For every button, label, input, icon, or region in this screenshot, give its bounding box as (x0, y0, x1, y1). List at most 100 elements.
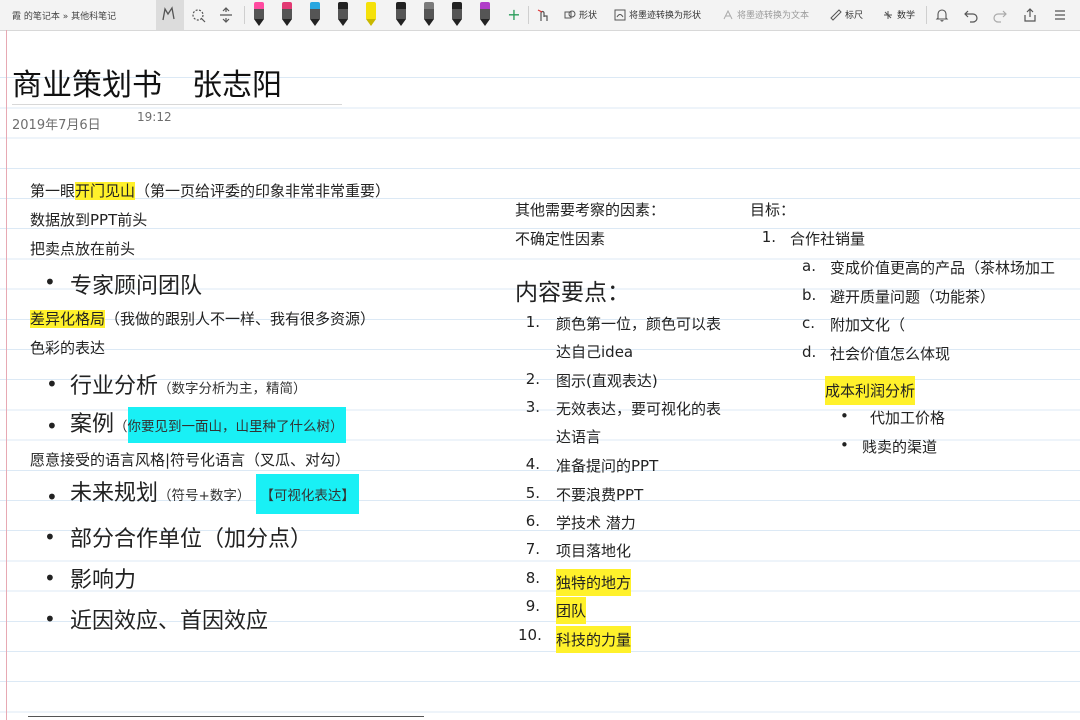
bullet-dot: • (44, 270, 56, 294)
bullet-dot: • (46, 485, 58, 509)
shapes-label: 形状 (579, 11, 598, 21)
goal-sub-item[interactable]: 社会价值怎么体现 (830, 343, 950, 364)
content-point-item[interactable]: 项目落地化 (556, 540, 631, 561)
pen-black[interactable] (338, 2, 348, 26)
share-icon[interactable] (1022, 7, 1038, 23)
page-title[interactable]: 商业策划书 张志阳 (12, 60, 282, 104)
content-points-heading[interactable]: 内容要点： (515, 273, 630, 307)
bullet-expert-team[interactable]: 专家顾问团队 (70, 268, 202, 300)
highlight-cost-profit: 成本利润分析 (825, 376, 916, 405)
content-point-number: 9. (525, 597, 540, 615)
goal-sub-letter: b. (802, 285, 817, 304)
bullet-dot: • (840, 435, 849, 454)
content-point-number: 4. (525, 455, 540, 473)
note-line-differentiation[interactable]: 差异化格局（我做的跟别人不一样、我有很多资源） (30, 308, 375, 329)
content-point-item[interactable]: 学技术 潜力 (556, 512, 636, 533)
ink-to-text-icon (723, 9, 733, 19)
math-button[interactable]: 数学 (882, 8, 915, 21)
bell-icon[interactable] (934, 7, 950, 23)
pen-black-2[interactable] (452, 2, 462, 26)
bullet-dot: • (44, 525, 56, 549)
content-point-number: 2. (525, 370, 540, 388)
goal-sub-letter: a. (802, 257, 816, 275)
ruler-label: 标尺 (845, 11, 864, 21)
ribbon-toolbar: 霞 的笔记本 » 其他科笔记 + 形状 将墨迹转换为形状 将墨迹转换为文本 标尺… (0, 0, 1080, 31)
math-label: 数学 (897, 11, 916, 21)
content-point-number: 8. (525, 569, 540, 587)
note-line-other-factors[interactable]: 其他需要考察的因素： (515, 199, 665, 220)
page-time: 19:12 (137, 110, 172, 124)
content-point-item[interactable]: 无效表达，要可视化的表 (556, 398, 721, 419)
note-line-data-front[interactable]: 数据放到PPT前头 (30, 209, 147, 230)
cost-item[interactable]: 代加工价格 (870, 407, 945, 428)
ink-stroke (28, 716, 424, 717)
note-line-selling-point[interactable]: 把卖点放在前头 (30, 238, 135, 259)
pen-dark[interactable] (396, 2, 406, 26)
goal-sub-item[interactable]: 变成价值更高的产品（茶林场加工 (830, 257, 1055, 278)
goal-sub-item[interactable]: 避开质量问题（功能茶） (830, 286, 995, 307)
highlight-differentiation: 差异化格局 (30, 310, 106, 328)
undo-icon[interactable] (963, 7, 979, 23)
content-point-number: 5. (525, 484, 540, 502)
ink-to-text-label: 将墨迹转换为文本 (737, 11, 810, 21)
highlight-mountain: 你要见到一面山，山里种了什么树 (127, 407, 331, 443)
highlight-visual-expression: 【可视化表达】 (256, 474, 359, 514)
bullet-partners[interactable]: 部分合作单位（加分点） (70, 521, 312, 553)
bullet-industry-analysis[interactable]: 行业分析（数字分析为主，精简） (70, 368, 307, 400)
cost-item[interactable]: 贱卖的渠道 (862, 436, 937, 457)
ruler-button[interactable]: 标尺 (830, 8, 863, 21)
pen-red[interactable] (282, 2, 292, 26)
shapes-icon (564, 10, 576, 18)
bullet-dot: • (46, 414, 58, 438)
goal-coop-sales[interactable]: 合作社销量 (790, 228, 865, 249)
content-point-item[interactable]: 团队 (556, 597, 587, 624)
pen-pink[interactable] (254, 2, 264, 26)
ink-to-shape-icon (614, 9, 626, 20)
content-point-item-cont[interactable]: 达自己idea (556, 341, 633, 362)
highlighter-yellow[interactable] (366, 2, 376, 26)
title-underline (12, 104, 342, 105)
cost-profit-line[interactable]: 成本利润分析 (825, 376, 916, 405)
bullet-dot: • (44, 607, 56, 631)
more-options-icon[interactable] (1052, 7, 1068, 23)
content-point-number: 3. (525, 398, 540, 416)
pen-purple[interactable] (480, 2, 490, 26)
note-line-first-glance[interactable]: 第一眼开门见山（第一页给评委的印象非常非常重要） (30, 180, 390, 201)
content-point-item-cont[interactable]: 达语言 (556, 426, 601, 447)
page-margin-line (6, 30, 7, 720)
shapes-button[interactable]: 形状 (564, 8, 597, 21)
ink-to-shape-button[interactable]: 将墨迹转换为形状 (614, 8, 701, 21)
bullet-future-plan[interactable]: 未来规划（符号+数字） 【可视化表达】 (70, 474, 359, 514)
bullet-case[interactable]: 案例（你要见到一面山，山里种了什么树） (70, 406, 346, 443)
note-line-color-expression[interactable]: 色彩的表达 (30, 337, 105, 358)
insert-space-icon[interactable] (218, 7, 234, 23)
content-point-item[interactable]: 不要浪费PPT (556, 484, 643, 505)
ruler-icon (830, 8, 842, 21)
ink-to-text-button[interactable]: 将墨迹转换为文本 (722, 8, 809, 21)
content-point-item[interactable]: 准备提问的PPT (556, 455, 658, 476)
content-point-item[interactable]: 科技的力量 (556, 626, 632, 653)
goal-sub-item[interactable]: 附加文化（ (830, 314, 905, 335)
content-point-number: 7. (525, 540, 540, 558)
content-point-item[interactable]: 图示(直观表达) (556, 370, 658, 391)
pen-gray[interactable] (424, 2, 434, 26)
bullet-influence[interactable]: 影响力 (70, 562, 136, 594)
content-point-item[interactable]: 独特的地方 (556, 569, 632, 596)
redo-icon[interactable] (992, 7, 1008, 23)
add-pen-icon[interactable]: + (506, 7, 522, 23)
note-line-language-style[interactable]: 愿意接受的语言风格|符号化语言（叉瓜、对勾） (30, 449, 350, 470)
touch-draw-icon[interactable] (535, 7, 551, 23)
highlight-open-door: 开门见山 (75, 182, 136, 200)
bullet-dot: • (840, 407, 849, 425)
content-point-number: 6. (525, 512, 540, 530)
add-space-icon[interactable] (190, 7, 206, 23)
bullet-recency-primacy[interactable]: 近因效应、首因效应 (70, 603, 268, 635)
note-line-uncertainty[interactable]: 不确定性因素 (515, 228, 605, 249)
content-point-number: 1. (525, 313, 540, 331)
breadcrumb[interactable]: 霞 的笔记本 » 其他科笔记 (12, 9, 116, 22)
content-point-item[interactable]: 颜色第一位，颜色可以表 (556, 313, 721, 334)
ink-to-shape-label: 将墨迹转换为形状 (629, 11, 702, 21)
pen-blue[interactable] (310, 2, 320, 26)
lasso-select-tool[interactable] (156, 0, 184, 30)
goal-heading[interactable]: 目标： (750, 199, 795, 220)
